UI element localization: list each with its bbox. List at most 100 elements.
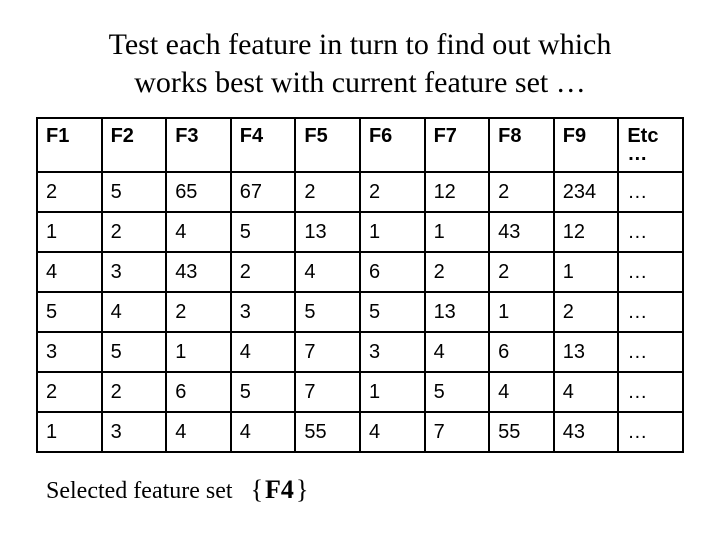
cell: 2	[102, 212, 167, 252]
table-row: 1 3 4 4 55 4 7 55 43 …	[37, 412, 683, 452]
cell: 2	[102, 372, 167, 412]
col-header-etc: Etc …	[618, 118, 683, 172]
cell: 2	[37, 372, 102, 412]
table-row: 2 5 65 67 2 2 12 2 234 …	[37, 172, 683, 212]
col-header: F5	[295, 118, 360, 172]
table-row: 4 3 43 2 4 6 2 2 1 …	[37, 252, 683, 292]
cell: 13	[554, 332, 619, 372]
cell: 43	[554, 412, 619, 452]
cell: 13	[295, 212, 360, 252]
etc-dots: …	[627, 148, 674, 160]
cell: 5	[102, 332, 167, 372]
cell: 5	[37, 292, 102, 332]
cell: 4	[425, 332, 490, 372]
col-header: F6	[360, 118, 425, 172]
cell: 1	[360, 372, 425, 412]
cell: 3	[102, 412, 167, 452]
col-header: F1	[37, 118, 102, 172]
cell: 2	[554, 292, 619, 332]
cell: 2	[360, 172, 425, 212]
cell: 12	[554, 212, 619, 252]
table-row: 3 5 1 4 7 3 4 6 13 …	[37, 332, 683, 372]
cell: …	[618, 212, 683, 252]
cell: 3	[231, 292, 296, 332]
col-header: F4	[231, 118, 296, 172]
cell: …	[618, 372, 683, 412]
col-header: F8	[489, 118, 554, 172]
cell: 4	[231, 332, 296, 372]
cell: 1	[37, 412, 102, 452]
cell: 2	[295, 172, 360, 212]
table-row: 2 2 6 5 7 1 5 4 4 …	[37, 372, 683, 412]
cell: 4	[360, 412, 425, 452]
col-header: F2	[102, 118, 167, 172]
col-header: F9	[554, 118, 619, 172]
cell: 6	[166, 372, 231, 412]
cell: 55	[489, 412, 554, 452]
selected-feature: F4	[263, 475, 296, 504]
cell: 4	[102, 292, 167, 332]
cell: 3	[360, 332, 425, 372]
cell: 5	[231, 212, 296, 252]
cell: 7	[295, 332, 360, 372]
cell: 6	[360, 252, 425, 292]
cell: 5	[295, 292, 360, 332]
cell: 67	[231, 172, 296, 212]
cell: …	[618, 332, 683, 372]
table-header-row: F1 F2 F3 F4 F5 F6 F7 F8 F9 Etc …	[37, 118, 683, 172]
cell: 234	[554, 172, 619, 212]
cell: 5	[102, 172, 167, 212]
cell: 7	[425, 412, 490, 452]
cell: 6	[489, 332, 554, 372]
table-body: 2 5 65 67 2 2 12 2 234 … 1 2 4 5 13 1 1 …	[37, 172, 683, 452]
cell: 1	[489, 292, 554, 332]
slide-title: Test each feature in turn to find out wh…	[36, 26, 684, 101]
cell: 2	[37, 172, 102, 212]
selected-feature-set: Selected feature set {F4}	[36, 475, 684, 505]
cell: 4	[166, 212, 231, 252]
cell: 4	[295, 252, 360, 292]
cell: 4	[554, 372, 619, 412]
cell: 43	[489, 212, 554, 252]
cell: 1	[425, 212, 490, 252]
cell: 65	[166, 172, 231, 212]
cell: 2	[489, 172, 554, 212]
cell: 43	[166, 252, 231, 292]
cell: …	[618, 172, 683, 212]
cell: 7	[295, 372, 360, 412]
brace-close: }	[296, 475, 308, 504]
col-header: F3	[166, 118, 231, 172]
cell: 5	[231, 372, 296, 412]
brace-open: {	[251, 475, 263, 504]
cell: 1	[360, 212, 425, 252]
cell: 3	[37, 332, 102, 372]
cell: 2	[166, 292, 231, 332]
cell: …	[618, 412, 683, 452]
cell: 5	[425, 372, 490, 412]
table-row: 1 2 4 5 13 1 1 43 12 …	[37, 212, 683, 252]
cell: 12	[425, 172, 490, 212]
footer-label: Selected feature set	[46, 478, 233, 504]
cell: 1	[37, 212, 102, 252]
col-header: F7	[425, 118, 490, 172]
cell: 2	[231, 252, 296, 292]
table-row: 5 4 2 3 5 5 13 1 2 …	[37, 292, 683, 332]
cell: 5	[360, 292, 425, 332]
cell: 55	[295, 412, 360, 452]
cell: 4	[231, 412, 296, 452]
slide: Test each feature in turn to find out wh…	[0, 0, 720, 540]
cell: …	[618, 252, 683, 292]
cell: 4	[166, 412, 231, 452]
feature-table: F1 F2 F3 F4 F5 F6 F7 F8 F9 Etc … 2 5 65 …	[36, 117, 684, 453]
title-line-1: Test each feature in turn to find out wh…	[109, 28, 612, 61]
cell: 13	[425, 292, 490, 332]
cell: 1	[554, 252, 619, 292]
cell: 4	[489, 372, 554, 412]
title-line-2: works best with current feature set …	[134, 66, 586, 99]
cell: 2	[425, 252, 490, 292]
cell: …	[618, 292, 683, 332]
cell: 2	[489, 252, 554, 292]
cell: 3	[102, 252, 167, 292]
feature-set-expression: {F4}	[251, 478, 309, 504]
cell: 4	[37, 252, 102, 292]
